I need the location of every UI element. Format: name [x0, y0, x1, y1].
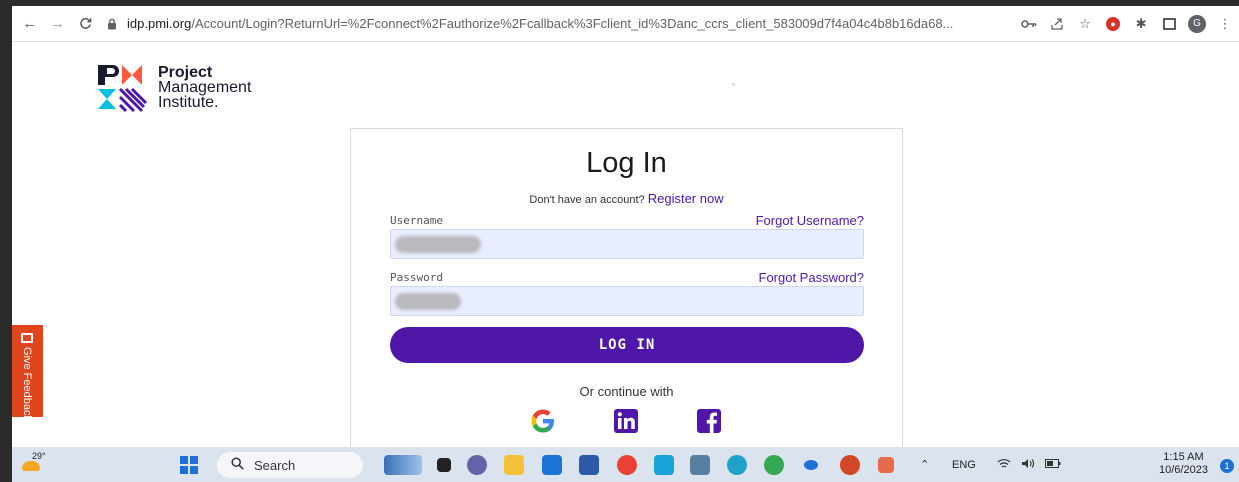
redacted-password	[395, 293, 461, 310]
weather-cloud-icon	[22, 461, 40, 471]
search-icon	[231, 457, 244, 473]
profile-avatar[interactable]: G	[1183, 12, 1211, 36]
forward-icon[interactable]: →	[48, 13, 68, 35]
search-label: Search	[254, 457, 296, 473]
taskbar-clock[interactable]: 1:15 AM 10/6/2023	[1159, 451, 1208, 477]
password-input[interactable]	[390, 286, 864, 316]
facebook-icon[interactable]	[694, 406, 724, 436]
address-bar[interactable]: idp.pmi.org/Account/Login?ReturnUrl=%2Fc…	[107, 12, 1007, 36]
url-path: /Account/Login?ReturnUrl=%2Fconnect%2Fau…	[191, 16, 954, 31]
url-text: idp.pmi.org/Account/Login?ReturnUrl=%2Fc…	[127, 16, 953, 31]
username-label: Username	[390, 214, 443, 227]
login-card: Log In Don't have an account? Register n…	[350, 128, 903, 448]
register-link[interactable]: Register now	[648, 191, 724, 206]
language-indicator[interactable]: ENG	[952, 459, 976, 471]
redacted-username	[395, 236, 481, 253]
feedback-label: Give Feedback	[21, 347, 33, 421]
forgot-password-link[interactable]: Forgot Password?	[759, 270, 865, 285]
menu-dots-icon[interactable]: ⋮	[1211, 12, 1239, 36]
taskbar-snipping-icon[interactable]	[878, 457, 894, 473]
battery-icon	[1045, 459, 1061, 471]
or-continue-text: Or continue with	[579, 384, 674, 399]
clock-time: 1:15 AM	[1163, 451, 1204, 463]
wifi-icon	[997, 458, 1011, 472]
bookmark-star-icon[interactable]: ☆	[1071, 12, 1099, 36]
logo-line-1: Project	[158, 64, 213, 81]
google-icon[interactable]	[528, 406, 558, 436]
notification-badge[interactable]: 1	[1220, 459, 1234, 473]
taskbar-l-app-icon[interactable]	[654, 455, 674, 475]
taskbar-search[interactable]: Search	[217, 452, 363, 478]
feedback-icon	[21, 333, 33, 343]
decorative-dot	[732, 83, 735, 86]
side-panel-icon[interactable]	[1155, 12, 1183, 36]
volume-icon	[1021, 458, 1035, 472]
taskbar-edge-icon[interactable]	[727, 455, 747, 475]
extensions-puzzle-icon[interactable]: ✱	[1127, 12, 1155, 36]
logo-line-2: Management	[158, 79, 252, 96]
taskbar-zoom-icon[interactable]	[542, 455, 562, 475]
avatar-letter: G	[1188, 14, 1207, 33]
reload-icon[interactable]	[75, 13, 95, 35]
back-icon[interactable]: ←	[20, 13, 40, 35]
key-icon[interactable]	[1015, 12, 1043, 36]
url-host: idp.pmi.org	[127, 16, 192, 31]
taskbar-terminal-icon[interactable]	[437, 458, 451, 472]
taskbar-calculator-icon[interactable]	[690, 455, 710, 475]
windows-taskbar: 29° Search ⌃ ENG 1:15 AM 10/6/2023 1	[12, 447, 1239, 482]
pmi-logo[interactable]: Project Management Institute.	[98, 65, 251, 113]
weather-widget[interactable]: 29°	[20, 451, 46, 477]
taskbar-chrome-icon[interactable]	[764, 455, 784, 475]
no-account-text: Don't have an account?	[529, 194, 645, 206]
clock-date: 10/6/2023	[1159, 464, 1208, 476]
show-hidden-icons-chevron-icon[interactable]: ⌃	[920, 458, 929, 471]
taskbar-store-icon[interactable]	[579, 455, 599, 475]
taskbar-photo-app-icon[interactable]	[384, 455, 422, 475]
logo-line-3: Institute.	[158, 94, 219, 111]
windows-start-icon[interactable]	[180, 456, 198, 474]
taskbar-app-icon[interactable]	[804, 460, 818, 470]
login-button[interactable]: LOG IN	[390, 327, 864, 363]
give-feedback-tab[interactable]: Give Feedback	[12, 325, 43, 421]
system-tray[interactable]	[997, 458, 1061, 472]
extension-shield-icon[interactable]: ●	[1099, 12, 1127, 36]
taskbar-teams-icon[interactable]	[467, 455, 487, 475]
taskbar-file-explorer-icon[interactable]	[504, 455, 524, 475]
lock-icon	[107, 18, 119, 30]
taskbar-powerpoint-icon[interactable]	[840, 455, 860, 475]
pmi-logo-mark-icon	[98, 65, 152, 113]
password-label: Password	[390, 271, 443, 284]
linkedin-icon[interactable]	[611, 406, 641, 436]
page-content: Project Management Institute. Log In Don…	[12, 43, 1239, 448]
weather-temperature: 29°	[32, 451, 46, 461]
forgot-username-link[interactable]: Forgot Username?	[756, 213, 864, 228]
taskbar-chrome-alt-icon[interactable]	[617, 455, 637, 475]
register-prompt: Don't have an account? Register now	[351, 191, 902, 206]
share-icon[interactable]	[1043, 12, 1071, 36]
username-input[interactable]	[390, 229, 864, 259]
login-title: Log In	[586, 147, 667, 179]
screen: ← → idp.pmi.org/Account/Login?ReturnUrl=…	[12, 6, 1239, 482]
browser-toolbar: ← → idp.pmi.org/Account/Login?ReturnUrl=…	[12, 6, 1239, 42]
